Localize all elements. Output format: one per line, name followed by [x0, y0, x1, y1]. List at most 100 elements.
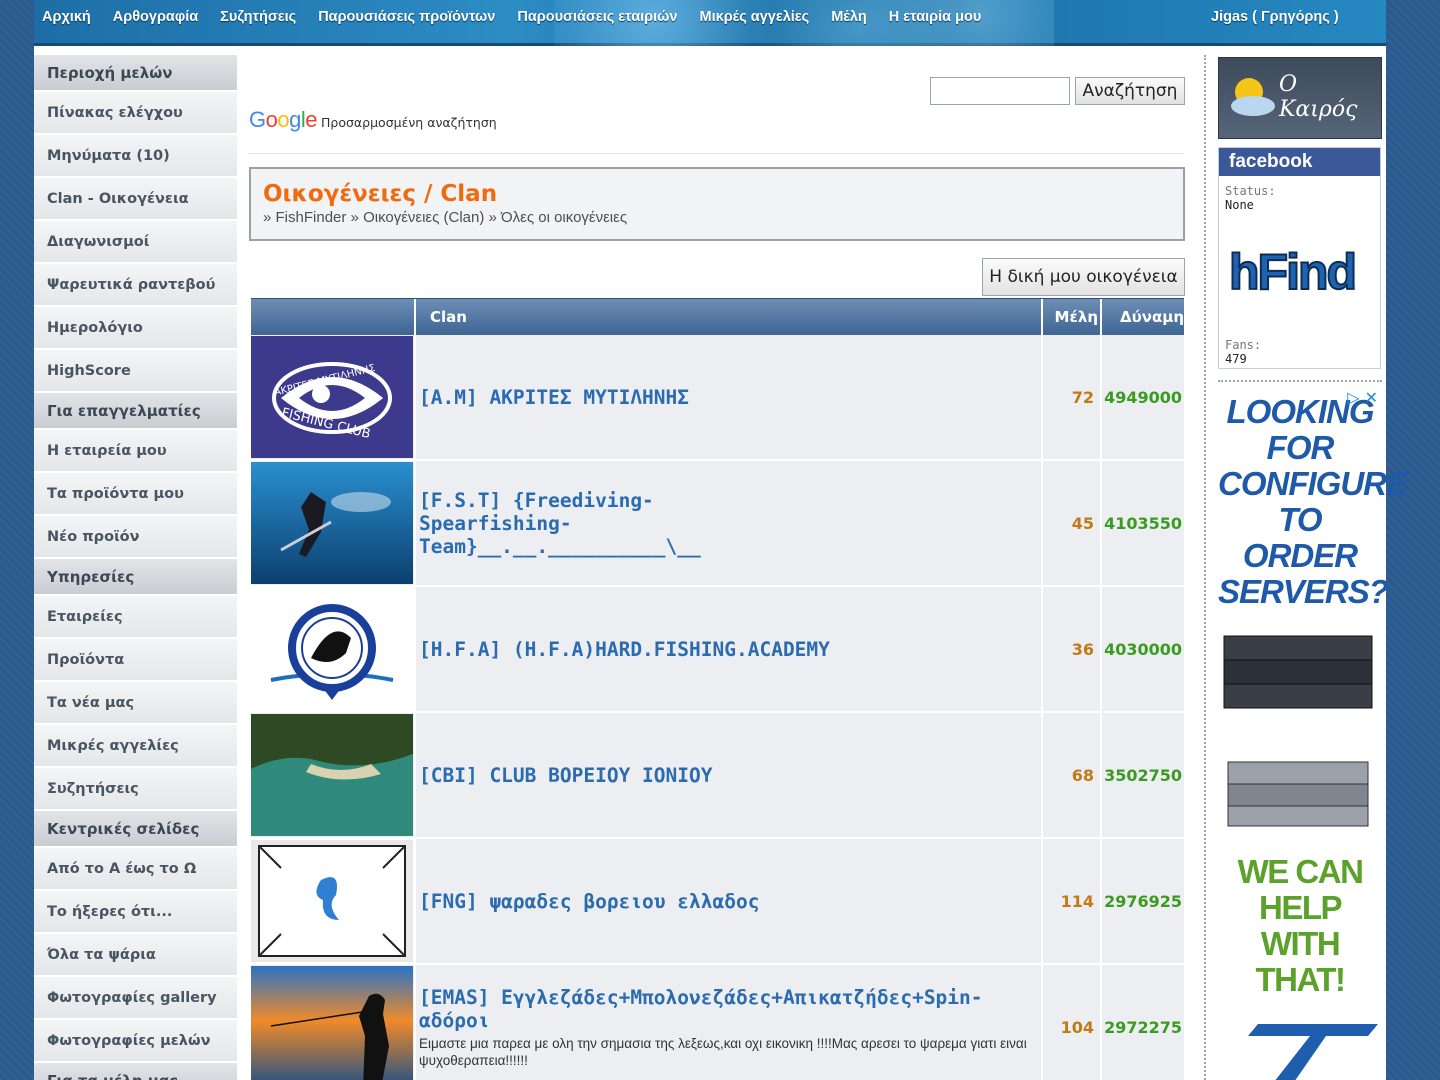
- clan-name-cell: [H.F.A] (H.F.A)HARD.FISHING.ACADEMY: [416, 587, 1043, 711]
- sidebar-section-title: Για τα μέλη μας: [34, 1063, 237, 1080]
- sidebar-item-contests[interactable]: Διαγωνισμοί: [34, 221, 237, 264]
- page-header: Οικογένειες / Clan » FishFinder » Οικογέ…: [249, 167, 1185, 241]
- clan-logo[interactable]: ΑΚΡΙΤΕΣ ΜΥΤΙΛΗΝΗΣ FISHING CLUB: [251, 335, 416, 459]
- clan-name-link[interactable]: [EMAS] Εγγλεζάδες+Μπολονεζάδες+Απικατζήδ…: [419, 986, 1029, 1032]
- clan-name-link[interactable]: [A.M] ΑΚΡΙΤΕΣ ΜΥΤΙΛΗΝΗΣ: [419, 386, 689, 409]
- table-row[interactable]: ΑΚΡΙΤΕΣ ΜΥΤΙΛΗΝΗΣ FISHING CLUB [A.M] ΑΚΡ…: [251, 335, 1184, 461]
- sidebar-section-title: Περιοχή μελών: [34, 55, 237, 92]
- clan-name-link[interactable]: [FNG] ψαραδες βορειου ελλαδος: [419, 890, 759, 913]
- facebook-widget[interactable]: facebook Status: None hFind Fans: 479: [1218, 147, 1381, 369]
- clan-logo-image: [251, 966, 413, 1080]
- table-row[interactable]: [CBI] CLUB ΒΟΡΕΙΟΥ ΙΟΝΙΟΥ 68 3502750: [251, 713, 1184, 839]
- my-clan-button[interactable]: Η δική μου οικογένεια: [982, 258, 1185, 296]
- header-image: [251, 299, 416, 335]
- nav-my-company[interactable]: Η εταιρία μου: [889, 9, 993, 25]
- divider: [249, 153, 1184, 154]
- page: Αρχική Αρθογραφία Συζητήσεις Παρουσιάσει…: [34, 0, 1408, 1080]
- google-logo: Google: [249, 107, 318, 132]
- sidebar-item-did-you-know[interactable]: Το ήξερες ότι...: [34, 891, 237, 934]
- facebook-status-label: Status:: [1225, 184, 1276, 198]
- sidebar-item-member-photos[interactable]: Φωτογραφίες μελών: [34, 1020, 237, 1063]
- table-row[interactable]: [F.S.T] {Freediving-Spearfishing-Team}__…: [251, 461, 1184, 587]
- sidebar-item-companies[interactable]: Εταιρείες: [34, 596, 237, 639]
- clan-power: 4030000: [1102, 587, 1184, 711]
- clan-name-link[interactable]: [CBI] CLUB ΒΟΡΕΙΟΥ ΙΟΝΙΟΥ: [419, 764, 713, 787]
- clan-table: Clan Μέλη Δύναμη ΑΚΡΙΤΕΣ ΜΥΤΙΛΗΝΗΣ FISHI…: [251, 298, 1184, 1080]
- breadcrumb-current: Όλες οι οικογένειες: [501, 209, 628, 226]
- page-title: Οικογένειες / Clan: [263, 181, 498, 207]
- ad-close-icon[interactable]: ▷ ✕: [1347, 388, 1378, 407]
- nav-members[interactable]: Μέλη: [831, 9, 878, 25]
- clan-logo[interactable]: [251, 587, 416, 711]
- sidebar-item-news[interactable]: Τα νέα μας: [34, 682, 237, 725]
- sidebar-item-products[interactable]: Προϊόντα: [34, 639, 237, 682]
- clan-name-link[interactable]: [F.S.T] {Freediving-Spearfishing-Team}__…: [419, 489, 799, 558]
- sidebar-item-all-fish[interactable]: Όλα τα ψάρια: [34, 934, 237, 977]
- main-content: Αναζήτηση Google Προσαρμοσμένη αναζήτηση…: [247, 55, 1185, 1080]
- clan-description: Ειμαστε μια παρεα με ολη την σημασια της…: [419, 1035, 1027, 1068]
- sidebar-item-classifieds[interactable]: Μικρές αγγελίες: [34, 725, 237, 768]
- header-members[interactable]: Μέλη: [1043, 299, 1102, 335]
- sidebar-item-a-to-z[interactable]: Από το Α έως το Ω: [34, 848, 237, 891]
- clan-logo[interactable]: [251, 839, 416, 963]
- clan-logo-image: [251, 588, 413, 710]
- breadcrumb: » FishFinder » Οικογένειες (Clan) » Όλες…: [263, 209, 627, 226]
- clan-logo-image: [251, 714, 413, 836]
- sidebar-item-calendar[interactable]: Ημερολόγιο: [34, 307, 237, 350]
- table-header: Clan Μέλη Δύναμη: [251, 298, 1184, 335]
- google-search-label: Προσαρμοσμένη αναζήτηση: [321, 115, 497, 130]
- facebook-page-logo: hFind: [1228, 243, 1358, 301]
- nav-discussions[interactable]: Συζητήσεις: [220, 9, 307, 25]
- clan-members: 36: [1043, 587, 1102, 711]
- nav-product-presentations[interactable]: Παρουσιάσεις προϊόντων: [318, 9, 506, 25]
- breadcrumb-separator: »: [488, 209, 502, 226]
- sidebar-item-control-panel[interactable]: Πίνακας ελέγχου: [34, 92, 237, 135]
- ad-text: WE CAN: [1237, 853, 1364, 890]
- clan-logo-image: [251, 840, 413, 962]
- clan-name-cell: [F.S.T] {Freediving-Spearfishing-Team}__…: [416, 461, 1043, 585]
- nav-company-presentations[interactable]: Παρουσιάσεις εταιριών: [517, 9, 688, 25]
- facebook-status-value: None: [1225, 198, 1254, 212]
- facebook-title: facebook: [1219, 148, 1380, 176]
- breadcrumb-home[interactable]: FishFinder: [276, 209, 347, 226]
- sidebar-item-new-product[interactable]: Νέο προϊόν: [34, 516, 237, 559]
- header-clan[interactable]: Clan: [416, 299, 1043, 335]
- search-button[interactable]: Αναζήτηση: [1075, 77, 1185, 105]
- clan-name-link[interactable]: [H.F.A] (H.F.A)HARD.FISHING.ACADEMY: [419, 638, 830, 661]
- sidebar-item-highscore[interactable]: HighScore: [34, 350, 237, 393]
- user-link[interactable]: Jigas ( Γρηγόρης ): [1211, 9, 1339, 25]
- sidebar-item-photo-gallery[interactable]: Φωτογραφίες gallery: [34, 977, 237, 1020]
- google-custom-search: Google Προσαρμοσμένη αναζήτηση: [249, 107, 497, 133]
- clan-logo[interactable]: [251, 461, 416, 585]
- nav-articles[interactable]: Αρθογραφία: [113, 9, 209, 25]
- clan-logo[interactable]: [251, 713, 416, 837]
- nav-classifieds[interactable]: Μικρές αγγελίες: [700, 9, 821, 25]
- clan-power: 2976925: [1102, 839, 1184, 963]
- clan-name-cell: [FNG] ψαραδες βορειου ελλαδος: [416, 839, 1043, 963]
- weather-widget[interactable]: Ο Καιρός: [1218, 57, 1382, 139]
- clan-logo-image: [251, 462, 413, 584]
- ad-text: SERVERS?: [1218, 573, 1389, 610]
- clan-logo[interactable]: [251, 965, 416, 1080]
- header-power[interactable]: Δύναμη: [1102, 299, 1184, 335]
- table-row[interactable]: [H.F.A] (H.F.A)HARD.FISHING.ACADEMY 36 4…: [251, 587, 1184, 713]
- sidebar-section-title: Υπηρεσίες: [34, 559, 237, 596]
- sidebar-item-my-products[interactable]: Τα προϊόντα μου: [34, 473, 237, 516]
- clan-name-cell: [EMAS] Εγγλεζάδες+Μπολονεζάδες+Απικατζήδ…: [416, 965, 1043, 1080]
- sidebar-item-my-company[interactable]: Η εταιρεία μου: [34, 430, 237, 473]
- sidebar-item-clan[interactable]: Clan - Οικογένεια: [34, 178, 237, 221]
- clan-power: 3502750: [1102, 713, 1184, 837]
- clan-members: 114: [1043, 839, 1102, 963]
- sidebar-item-discussions[interactable]: Συζητήσεις: [34, 768, 237, 811]
- sidebar-item-messages[interactable]: Μηνύματα (10): [34, 135, 237, 178]
- table-row[interactable]: [EMAS] Εγγλεζάδες+Μπολονεζάδες+Απικατζήδ…: [251, 965, 1184, 1080]
- search-input[interactable]: [930, 77, 1070, 105]
- clan-power: 2972275: [1102, 965, 1184, 1080]
- breadcrumb-clans[interactable]: Οικογένειες (Clan): [363, 209, 484, 226]
- advertisement[interactable]: ▷ ✕ LOOKING FOR CONFIGURE TO ORDER SERVE…: [1218, 380, 1408, 1080]
- sidebar-item-fishing-dates[interactable]: Ψαρευτικά ραντεβού: [34, 264, 237, 307]
- nav-home[interactable]: Αρχική: [42, 9, 102, 25]
- breadcrumb-separator: »: [350, 209, 364, 226]
- ad-text: TO ORDER: [1242, 501, 1358, 574]
- table-row[interactable]: [FNG] ψαραδες βορειου ελλαδος 114 297692…: [251, 839, 1184, 965]
